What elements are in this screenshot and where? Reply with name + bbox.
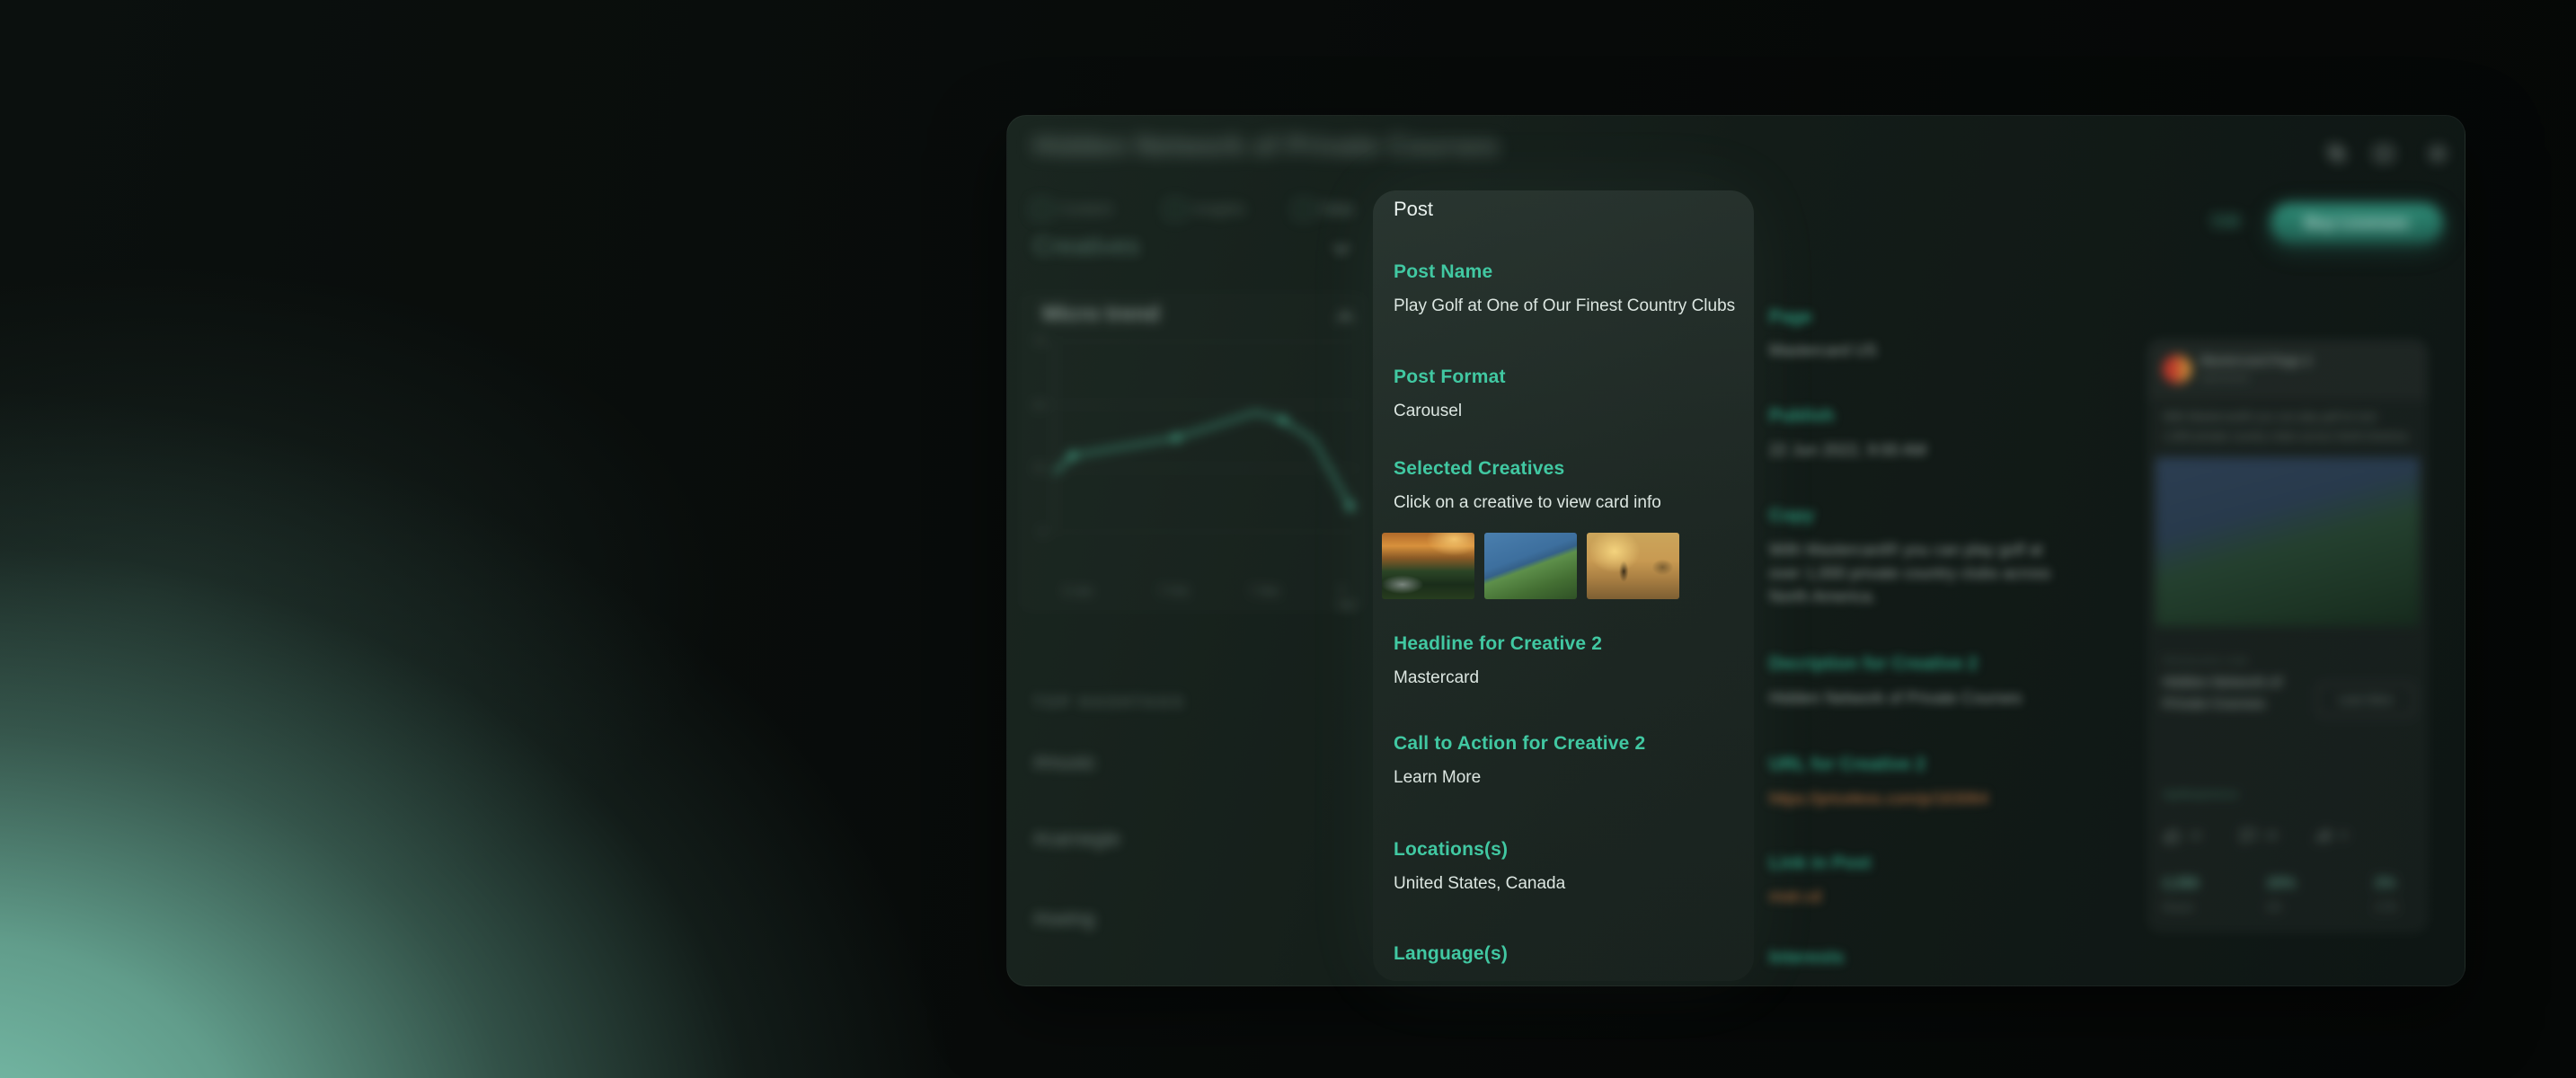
tab-content-icon: [1031, 199, 1051, 219]
field-label-headline: Headline for Creative 2: [1394, 633, 1603, 654]
preview-headline: Private Courses: [2163, 696, 2266, 711]
like-icon: [2164, 828, 2181, 844]
preview-hashtag-line: #golfexperience: [2163, 788, 2239, 800]
share-count: 9: [2341, 829, 2347, 842]
detail-label-interests: Interests: [1769, 948, 1845, 968]
x-axis-tick-label: 7 Feb: [1157, 584, 1189, 597]
field-value-headline: Mastercard: [1394, 668, 1480, 687]
preview-copy-line: With Mastercard® you can play golf at ov…: [2163, 411, 2378, 423]
detail-value-publish: 22 Jun 2022, 9:00 AM: [1769, 441, 1927, 459]
micro-trend-title: Micro trend: [1042, 302, 1160, 326]
screenshot-stage: Hidden Network of Private Courses Conten…: [0, 0, 2576, 1078]
field-value-cta: Learn More: [1394, 768, 1482, 787]
divider: [1021, 803, 1362, 804]
y-axis-tick-label: 50: [1033, 398, 1046, 411]
divider: [1021, 881, 1362, 882]
preview-copy-line: 1,000 private country clubs across North…: [2163, 430, 2411, 443]
detail-label-publish: Publish: [1769, 406, 1835, 426]
y-axis-tick-label: 0: [1040, 526, 1046, 538]
gear-icon[interactable]: [2426, 142, 2449, 165]
columns-icon[interactable]: [2372, 142, 2395, 165]
tab-insights-label: Insights: [1192, 200, 1245, 217]
like-count: 12: [2190, 829, 2202, 842]
top-hashtags-header: TOP HASHTAGS: [1033, 694, 1186, 711]
share-icon: [2315, 827, 2333, 844]
hashtag-item[interactable]: #swing: [1033, 907, 1094, 931]
micro-trend-chart: [1054, 341, 1359, 532]
page-title: Hidden Network of Private Courses: [1033, 131, 1500, 161]
post-preview-card: Mastercard Page 2 Sponsored With Masterc…: [2147, 340, 2428, 932]
hashtag-item[interactable]: #music: [1033, 751, 1096, 774]
field-label-post-name: Post Name: [1394, 261, 1493, 282]
post-link[interactable]: mstr.cd: [1769, 885, 2071, 908]
detail-label-copy: Copy: [1769, 506, 1814, 526]
detail-value-description: Hidden Network of Private Courses: [1769, 689, 2023, 707]
tab-data[interactable]: Data: [1294, 199, 1353, 219]
creative-thumbnail-1[interactable]: [1382, 533, 1474, 599]
field-value-post-format: Carousel: [1394, 402, 1463, 420]
detail-label-link-in-post: Link in Post: [1769, 853, 1872, 873]
tab-insights-icon: [1165, 199, 1185, 219]
field-label-selected-creatives: Selected Creatives: [1394, 458, 1565, 479]
tab-content[interactable]: Content: [1031, 199, 1112, 219]
stat-label-er: ER: [2267, 901, 2282, 914]
creatives-section-header: Creatives: [1033, 232, 1140, 260]
creative-thumbnail-3[interactable]: [1587, 533, 1679, 599]
tab-insights[interactable]: Insights: [1165, 199, 1245, 219]
field-value-locations: United States, Canada: [1394, 874, 1566, 893]
preview-headline: Hidden Network of: [2163, 675, 2282, 690]
detail-value-page: Mastercard US: [1769, 341, 1878, 359]
primary-action-button[interactable]: Buy Licenses: [2271, 203, 2443, 243]
y-axis-tick-label: 75: [1033, 335, 1046, 348]
creatives-hint-text: Click on a creative to view card info: [1394, 493, 1661, 512]
preview-card-header: Mastercard Page 2 Sponsored: [2148, 340, 2427, 399]
comment-button[interactable]: 19: [2238, 826, 2277, 845]
share-button[interactable]: 9: [2314, 826, 2347, 845]
field-value-post-name: Play Golf at One of Our Finest Country C…: [1394, 296, 1736, 315]
creative-url-link[interactable]: https://priceless.com/p/163064: [1769, 787, 2071, 810]
edit-link[interactable]: Edit: [2212, 212, 2240, 231]
detail-label-description: Decription for Creative 2: [1769, 654, 1978, 674]
stat-label-ctr: CTR: [2375, 901, 2397, 914]
x-axis-tick-label: 7 Apr: [1338, 584, 1357, 611]
chevron-down-icon[interactable]: [1328, 235, 1355, 262]
detail-label-url: URL for Creative 2: [1769, 755, 1926, 774]
preview-page-name: Mastercard Page 2: [2200, 353, 2312, 367]
preview-post-image: [2156, 457, 2420, 626]
chevron-up-icon[interactable]: [1332, 304, 1359, 331]
y-axis-tick-label: 25: [1033, 462, 1046, 475]
preview-cta-button[interactable]: Learn More: [2317, 684, 2414, 716]
tab-data-icon: [1294, 199, 1314, 219]
comment-count: 19: [2265, 829, 2278, 842]
field-label-languages: Language(s): [1394, 943, 1509, 964]
field-label-post-format: Post Format: [1394, 367, 1506, 387]
hashtag-item[interactable]: #carnegie: [1033, 827, 1120, 851]
divider: [1021, 957, 1362, 958]
layers-icon[interactable]: [2325, 142, 2349, 165]
avatar: [2163, 355, 2191, 384]
like-button[interactable]: 12: [2163, 826, 2201, 845]
detail-label-page: Page: [1769, 307, 1812, 327]
chart-x-axis-labels: 6 Jan 7 Feb 7 Mar 7 Apr: [1054, 584, 1359, 611]
post-detail-modal: Post Post Name Play Golf at One of Our F…: [1373, 190, 1754, 981]
comment-icon: [2240, 828, 2256, 844]
stat-label-reach: Reach: [2163, 901, 2194, 914]
field-label-locations: Locations(s): [1394, 839, 1509, 860]
stat-value-reach: 2,356: [2163, 876, 2200, 891]
x-axis-tick-label: 7 Mar: [1249, 584, 1280, 597]
stat-value-ctr: 2%: [2375, 876, 2396, 891]
detail-value-copy: With Mastercard® you can play golf at ov…: [1769, 541, 2051, 605]
tab-content-label: Content: [1058, 200, 1112, 217]
x-axis-tick-label: 6 Jan: [1064, 584, 1093, 597]
creative-thumbnail-2[interactable]: [1484, 533, 1577, 599]
preview-domain: priceless.com: [2163, 657, 2249, 667]
field-label-cta: Call to Action for Creative 2: [1394, 733, 1646, 754]
modal-title: Post: [1394, 198, 1434, 220]
stat-value-er: 20%: [2267, 876, 2297, 891]
tab-data-label: Data: [1321, 200, 1353, 217]
preview-page-meta: Sponsored: [2200, 373, 2249, 384]
